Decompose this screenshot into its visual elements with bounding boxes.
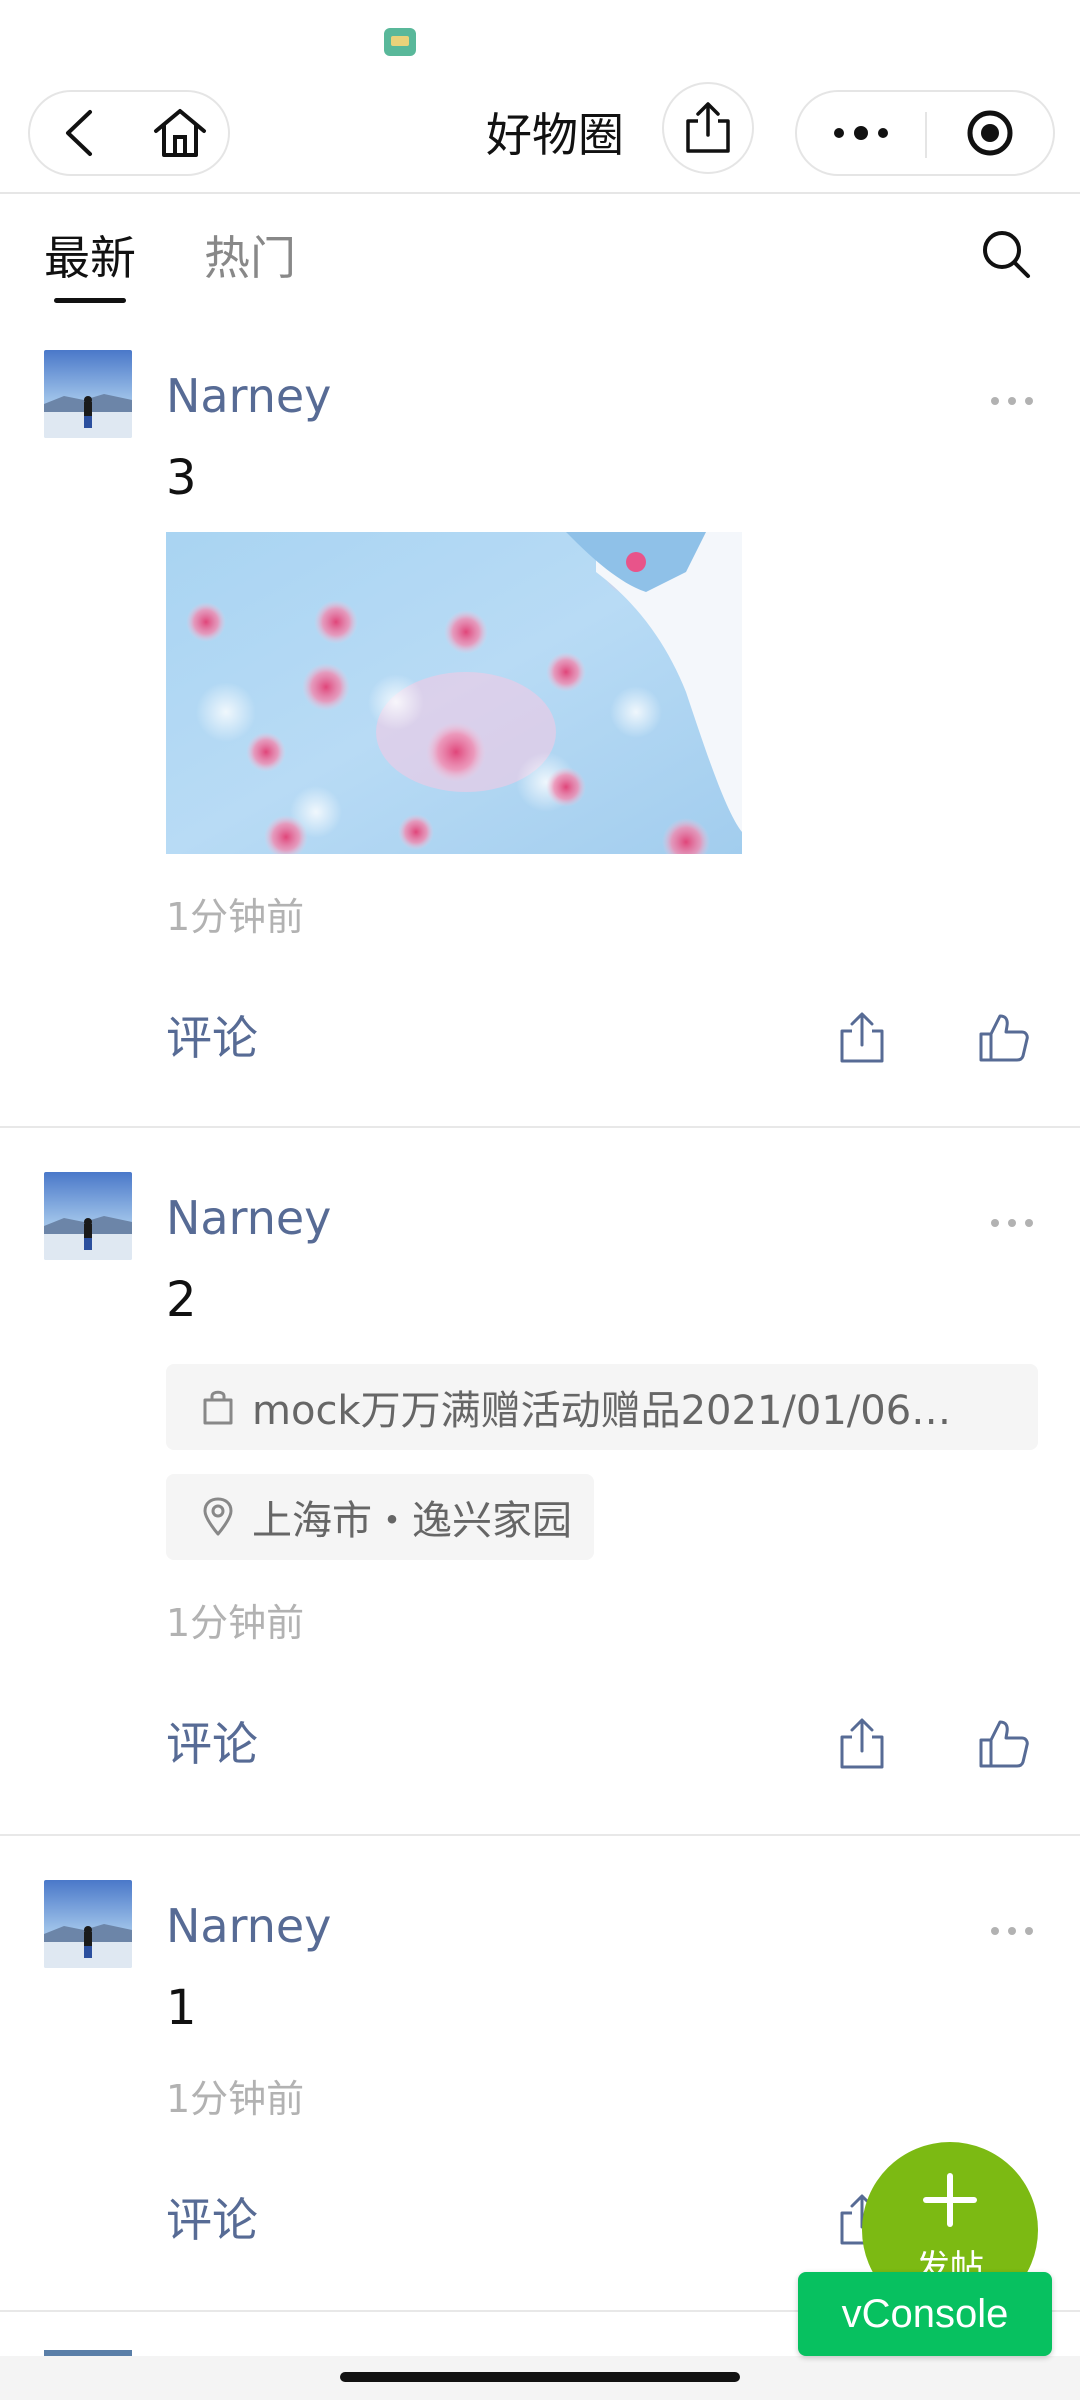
page-title: 好物圈 xyxy=(486,108,624,162)
chevron-left-icon xyxy=(66,110,92,156)
post-text: 3 xyxy=(166,450,197,506)
home-icon xyxy=(154,109,206,157)
more-dots-icon xyxy=(991,1927,1033,1935)
search-icon xyxy=(983,231,1030,278)
post-text: 1 xyxy=(166,1980,197,2036)
location-tag-text: 上海市・逸兴家园 xyxy=(252,1498,572,1544)
like-button[interactable] xyxy=(974,1714,1034,1774)
status-bar xyxy=(0,0,1080,80)
back-button[interactable] xyxy=(30,92,130,174)
home-button[interactable] xyxy=(130,92,230,174)
username[interactable]: Narney xyxy=(166,366,331,426)
avatar[interactable] xyxy=(44,1172,132,1260)
comment-button[interactable]: 评论 xyxy=(166,1008,258,1068)
location-tag[interactable]: 上海市・逸兴家园 xyxy=(166,1474,594,1560)
location-pin-icon xyxy=(202,1497,234,1536)
tab-latest[interactable]: 最新 xyxy=(44,228,136,288)
more-dots-icon xyxy=(991,1219,1033,1227)
thumbs-up-icon xyxy=(979,1014,1029,1062)
post-time: 1分钟前 xyxy=(166,2077,305,2121)
more-dots-icon xyxy=(991,397,1033,405)
avatar[interactable] xyxy=(44,350,132,438)
like-button[interactable] xyxy=(974,1008,1034,1068)
floral-fabric-photo xyxy=(166,532,742,854)
tab-hot[interactable]: 热门 xyxy=(204,228,296,288)
navigation-bar: 好物圈 xyxy=(0,80,1080,194)
avatar-image xyxy=(44,1880,132,1968)
post-image[interactable] xyxy=(166,532,742,854)
vconsole-button[interactable]: vConsole xyxy=(798,2272,1052,2356)
search-button[interactable] xyxy=(978,226,1034,282)
product-tag-text: mock万万满赠活动赠品2021/01/06… xyxy=(252,1388,952,1434)
post-more-button[interactable] xyxy=(984,1208,1040,1238)
post-share-button[interactable] xyxy=(832,1714,892,1774)
post-item: Narney 3 1分钟前 评论 xyxy=(0,306,1080,1128)
page: 好物圈 最新 热门 Narney 3 1分钟前 评论 Narney 2 mock… xyxy=(0,0,1080,2400)
home-indicator[interactable] xyxy=(340,2372,740,2382)
avatar-image xyxy=(44,350,132,438)
product-tag[interactable]: mock万万满赠活动赠品2021/01/06… xyxy=(166,1364,1038,1450)
more-options-button[interactable] xyxy=(797,92,925,174)
close-miniprogram-button[interactable] xyxy=(927,92,1053,174)
nav-share-button[interactable] xyxy=(662,82,754,174)
plus-icon xyxy=(923,2173,977,2227)
post-time: 1分钟前 xyxy=(166,1601,305,1645)
username[interactable]: Narney xyxy=(166,1188,331,1248)
post-time: 1分钟前 xyxy=(166,895,305,939)
post-item: Narney 2 mock万万满赠活动赠品2021/01/06… 上海市・逸兴家… xyxy=(0,1128,1080,1836)
sim-card-icon xyxy=(384,28,416,56)
avatar[interactable] xyxy=(44,1880,132,1968)
thumbs-up-icon xyxy=(979,1720,1029,1768)
avatar-image xyxy=(44,1172,132,1260)
tab-bar: 最新 热门 xyxy=(0,196,1080,306)
nav-capsule-left xyxy=(28,90,230,176)
share-icon xyxy=(840,1718,884,1769)
comment-button[interactable]: 评论 xyxy=(166,1714,258,1774)
post-text: 2 xyxy=(166,1272,197,1328)
active-tab-indicator xyxy=(54,298,126,303)
more-dots-icon xyxy=(834,126,888,140)
post-more-button[interactable] xyxy=(984,386,1040,416)
comment-button[interactable]: 评论 xyxy=(166,2190,258,2250)
username[interactable]: Narney xyxy=(166,1896,331,1956)
share-icon xyxy=(686,102,730,153)
nav-capsule-right xyxy=(795,90,1055,176)
shopping-bag-icon xyxy=(202,1388,234,1426)
target-close-icon xyxy=(967,110,1013,156)
share-icon xyxy=(840,1012,884,1063)
post-share-button[interactable] xyxy=(832,1008,892,1068)
post-more-button[interactable] xyxy=(984,1916,1040,1946)
